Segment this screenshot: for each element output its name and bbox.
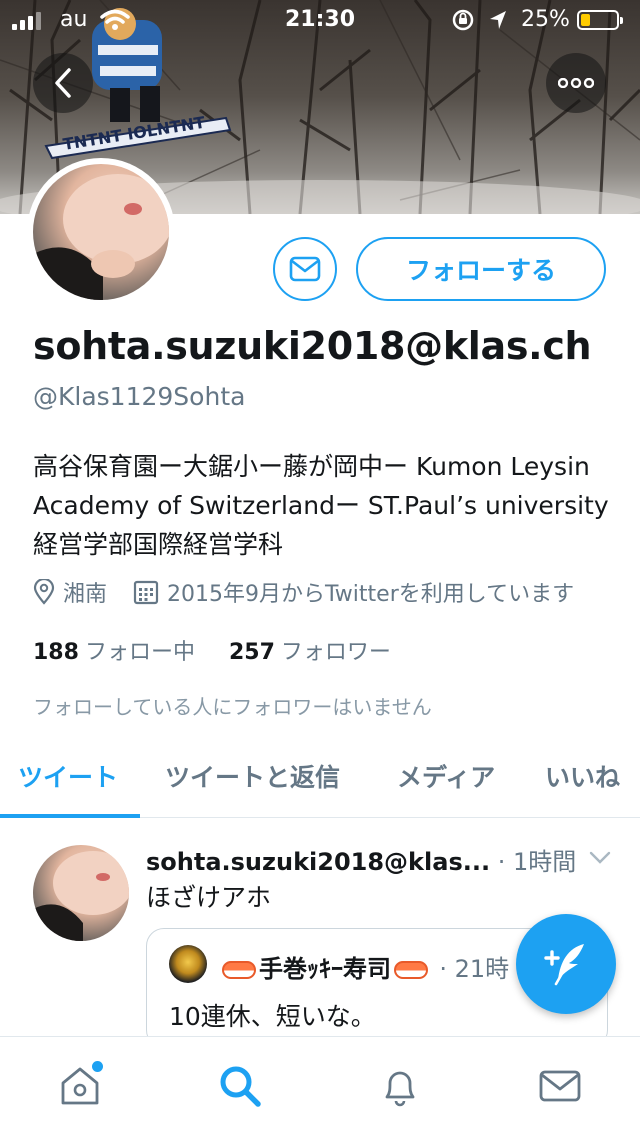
no-known-followers-note: フォローしている人にフォロワーはいません (33, 695, 432, 719)
nav-messages[interactable] (535, 1061, 585, 1111)
follow-button[interactable]: フォローする (356, 237, 606, 301)
compose-quill-icon (544, 944, 584, 986)
location-arrow-icon (488, 9, 508, 37)
followers-count: 257 (228, 640, 275, 665)
tab-tweets-and-replies[interactable]: ツイートと返信 (165, 758, 340, 794)
nav-search[interactable] (215, 1061, 265, 1111)
battery-percent: 25% (521, 7, 570, 32)
more-options-button[interactable] (546, 53, 606, 113)
location-pin-icon (33, 579, 55, 605)
tweet-menu-button[interactable] (589, 850, 611, 869)
quoted-author-avatar (169, 945, 207, 983)
search-icon (220, 1066, 261, 1107)
profile-location: 湘南 (63, 582, 108, 607)
orientation-lock-icon (451, 9, 475, 37)
tweet-header: sohta.suzuki2018@klas... · 1時間 (146, 842, 576, 877)
profile-avatar (33, 164, 169, 300)
notifications-icon (385, 1071, 415, 1107)
notification-dot (92, 1061, 103, 1072)
mail-icon (289, 256, 321, 282)
tab-likes[interactable]: いいね (545, 758, 620, 794)
quoted-tweet-text: 10連休、短いな。 (169, 1002, 376, 1031)
nav-notifications[interactable] (375, 1061, 425, 1111)
tab-media[interactable]: メディア (397, 758, 495, 794)
follow-counts: 188 フォロー中 257 フォロワー (33, 634, 391, 666)
status-bar: au 21:30 25% (0, 0, 640, 40)
tweet-author-name[interactable]: sohta.suzuki2018@klas... (146, 848, 490, 876)
sushi-icon (394, 961, 428, 979)
calendar-icon (133, 579, 159, 605)
following-label: フォロー中 (84, 640, 195, 665)
chevron-left-icon (55, 68, 71, 98)
messages-icon (539, 1070, 581, 1102)
followers-link[interactable]: 257 フォロワー (229, 640, 391, 665)
profile-joined-date: 2015年9月からTwitterを利用しています (167, 582, 575, 607)
compose-tweet-button[interactable] (516, 914, 616, 1014)
profile-tabs: ツイート ツイートと返信 メディア いいね (0, 740, 640, 818)
chevron-down-icon (589, 851, 611, 864)
profile-handle: @Klas1129Sohta (33, 382, 246, 411)
svg-text:TNTNT IOLNTNT: TNTNT IOLNTNT (62, 113, 207, 154)
battery-icon (577, 10, 623, 30)
quoted-author-header: 手巻ｯｷｰ寿司 · 21時 (219, 949, 509, 984)
battery-fill (581, 14, 590, 26)
profile-display-name: sohta.suzuki2018@klas.ch (33, 324, 592, 368)
tweet-timestamp: · 1時間 (497, 848, 577, 876)
back-button[interactable] (33, 53, 93, 113)
bottom-navigation (0, 1036, 640, 1136)
nav-home[interactable] (55, 1061, 105, 1111)
tweet-author-avatar[interactable] (33, 845, 129, 941)
active-tab-indicator (0, 814, 140, 818)
ellipsis-icon (558, 78, 594, 88)
profile-bio: 高谷保育園ー大鋸小ー藤が岡中ー Kumon Leysin Academy of … (33, 452, 609, 559)
following-count: 188 (33, 640, 79, 665)
profile-avatar-frame[interactable] (27, 158, 175, 306)
following-link[interactable]: 188 フォロー中 (33, 640, 195, 665)
quoted-author-name: 手巻ｯｷｰ寿司 (259, 955, 391, 983)
quoted-timestamp: · 21時 (439, 955, 510, 983)
sushi-icon (222, 961, 256, 979)
message-button[interactable] (273, 237, 337, 301)
followers-label: フォロワー (280, 640, 391, 665)
profile-meta: 湘南 2015年9月からTwitterを利用しています (33, 576, 574, 608)
tweet-text: ほざけアホ (146, 883, 272, 912)
tab-tweets[interactable]: ツイート (18, 758, 118, 794)
